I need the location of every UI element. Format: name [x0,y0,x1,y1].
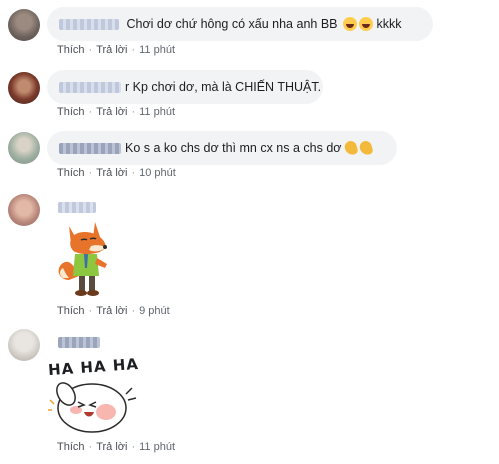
comment-actions: Thích · Trả lời · 11 phút [57,44,175,56]
clapping-hands-icon [342,139,359,157]
avatar[interactable] [8,132,40,164]
comment-suffix: kkkk [376,17,402,31]
avatar[interactable] [8,72,40,104]
fox-sticker [58,222,107,296]
avatar[interactable] [8,329,40,361]
comment-time[interactable]: 11 phút [139,44,175,56]
comment-actions: Thích · Trả lời · 9 phút [57,305,170,317]
clapping-hands-icon [357,139,374,157]
like-link[interactable]: Thích [57,44,85,56]
comment-text: Chơi dơ chứ hông có xấu nha anh BB [126,17,338,31]
reply-link[interactable]: Trả lời [96,441,127,453]
like-link[interactable]: Thích [57,106,85,118]
reply-link[interactable]: Trả lời [96,106,127,118]
laughing-face-icon [358,17,373,31]
reply-link[interactable]: Trả lời [96,305,127,317]
blurred-name [59,143,121,155]
comment-time[interactable]: 10 phút [139,167,176,179]
avatar[interactable] [8,9,40,41]
bunny-drawing [48,382,137,433]
laughing-face-icon [342,17,357,31]
comment-time[interactable]: 9 phút [139,305,170,317]
like-link[interactable]: Thích [57,305,85,317]
comment-actions: Thích · Trả lời · 11 phút [57,441,175,453]
comment-time[interactable]: 11 phút [139,441,175,453]
comment-text: Ko s a ko chs dơ thì mn cx ns a chs dơ [125,141,342,155]
like-link[interactable]: Thích [57,167,85,179]
blurred-name [58,337,100,348]
comment-bubble: Ko s a ko chs dơ thì mn cx ns a chs dơ [47,131,397,165]
avatar[interactable] [8,194,40,226]
blurred-name [58,202,96,213]
comment-actions: Thích · Trả lời · 11 phút [57,106,175,118]
comment-actions: Thích · Trả lời · 10 phút [57,167,176,179]
comment-bubble: r Kp chơi dơ, mà là CHIẾN THUẬT. [47,70,323,104]
blurred-name [59,82,121,94]
reply-link[interactable]: Trả lời [96,44,127,56]
comment-text: r Kp chơi dơ, mà là CHIẾN THUẬT. [125,80,322,94]
blurred-name [59,19,119,31]
comment-time[interactable]: 11 phút [139,106,175,118]
like-link[interactable]: Thích [57,441,85,453]
comment-bubble: Chơi dơ chứ hông có xấu nha anh BB kkkk [47,7,433,41]
reply-link[interactable]: Trả lời [96,167,127,179]
haha-sticker: HA HA HA [47,355,139,436]
